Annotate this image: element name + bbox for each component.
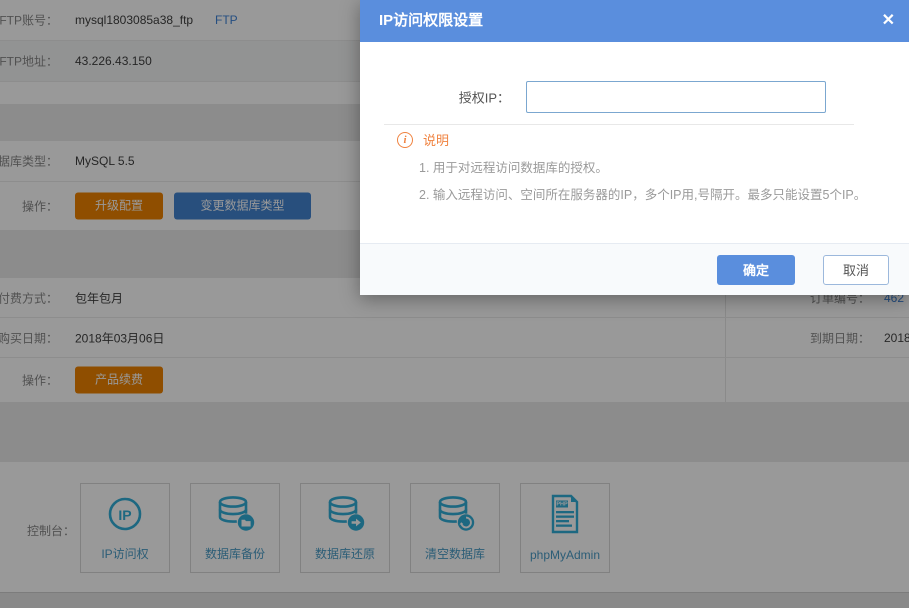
ip-access-dialog: IP访问权限设置 ✕ 授权IP： i 说明 1. 用于对远程访问数据库的授权。 … bbox=[360, 0, 909, 295]
note-item: 2. 输入远程访问、空间所在服务器的IP，多个IP用,号隔开。最多只能设置5个I… bbox=[419, 182, 866, 209]
dialog-title: IP访问权限设置 bbox=[379, 12, 483, 29]
authorized-ip-input[interactable] bbox=[526, 81, 826, 113]
cancel-button[interactable]: 取消 bbox=[823, 255, 889, 285]
note-header: i 说明 bbox=[397, 130, 449, 149]
divider bbox=[384, 124, 854, 125]
note-item: 1. 用于对远程访问数据库的授权。 bbox=[419, 155, 866, 182]
authorized-ip-label: 授权IP： bbox=[459, 88, 510, 107]
dialog-footer: 确定 取消 bbox=[360, 243, 909, 295]
page: 数据库FTP账号： mysql1803085a38_ftp FTP 数据库FTP… bbox=[0, 0, 909, 608]
note-list: 1. 用于对远程访问数据库的授权。 2. 输入远程访问、空间所在服务器的IP，多… bbox=[419, 155, 866, 209]
dialog-header: IP访问权限设置 ✕ bbox=[360, 0, 909, 42]
dialog-body: 授权IP： i 说明 1. 用于对远程访问数据库的授权。 2. 输入远程访问、空… bbox=[360, 42, 909, 243]
info-icon: i bbox=[397, 132, 413, 148]
close-icon[interactable]: ✕ bbox=[882, 0, 895, 42]
note-title: 说明 bbox=[423, 130, 449, 149]
confirm-button[interactable]: 确定 bbox=[717, 255, 795, 285]
